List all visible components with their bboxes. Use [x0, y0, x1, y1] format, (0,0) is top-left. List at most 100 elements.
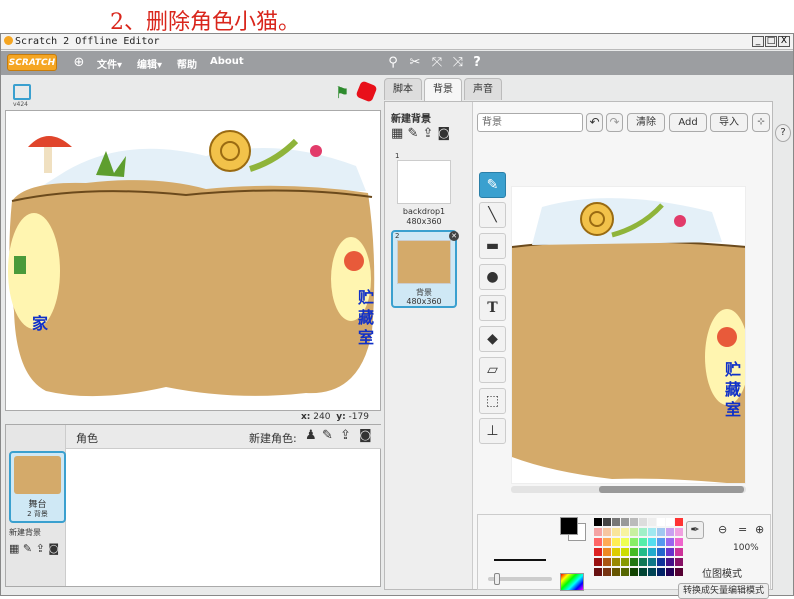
color-swatch[interactable] — [621, 518, 629, 526]
library-icon[interactable]: ▦ — [391, 126, 403, 141]
color-swatch[interactable] — [603, 568, 611, 576]
grow-icon[interactable]: ⤧ — [429, 55, 445, 71]
color-swatch[interactable] — [630, 528, 638, 536]
canvas-horizontal-scrollbar[interactable] — [511, 486, 746, 493]
color-swatch[interactable] — [621, 538, 629, 546]
stop-icon[interactable] — [355, 80, 378, 103]
sprite-paint-icon[interactable]: ✎ — [322, 428, 333, 443]
color-swatch[interactable] — [630, 548, 638, 556]
color-swatch[interactable] — [666, 528, 674, 536]
color-swatch[interactable] — [603, 558, 611, 566]
color-swatch[interactable] — [639, 548, 647, 556]
brush-icon[interactable]: ✎ — [479, 172, 506, 198]
color-swatch[interactable] — [639, 538, 647, 546]
color-swatch[interactable] — [594, 518, 602, 526]
color-swatch[interactable] — [657, 548, 665, 556]
sprite-library-icon[interactable]: ♟ — [305, 428, 317, 443]
color-swatch[interactable] — [603, 548, 611, 556]
duplicate-stamp-icon[interactable]: ⚲ — [385, 55, 401, 71]
menu-about[interactable]: About — [210, 56, 244, 67]
stamp-icon[interactable]: ⊥ — [479, 418, 506, 444]
tab-sounds[interactable]: 声音 — [464, 78, 502, 100]
zoom-reset-icon[interactable]: = — [738, 523, 747, 536]
backdrop-name-input[interactable]: 背景 — [477, 113, 583, 132]
color-picker-icon[interactable] — [560, 573, 584, 591]
backdrop-paint-icon[interactable]: ✎ — [23, 542, 32, 555]
backdrop-item-1[interactable]: 1 backdrop1 480x360 — [393, 152, 455, 226]
cut-icon[interactable]: ✂ — [407, 55, 423, 71]
color-swatch[interactable] — [648, 528, 656, 536]
convert-to-vector-button[interactable]: 转换成矢量编辑模式 — [678, 583, 770, 599]
color-swatch[interactable] — [648, 568, 656, 576]
color-swatch[interactable] — [612, 538, 620, 546]
rectangle-icon[interactable]: ▬ — [479, 233, 506, 259]
color-swatch[interactable] — [675, 518, 683, 526]
help-icon[interactable]: ? — [469, 55, 485, 71]
backdrop-camera-icon[interactable]: ◙ — [48, 542, 59, 555]
fullscreen-icon[interactable] — [13, 84, 31, 100]
color-swatch[interactable] — [630, 538, 638, 546]
color-swatch[interactable] — [612, 518, 620, 526]
color-swatch[interactable] — [594, 568, 602, 576]
clear-button[interactable]: 清除 — [627, 113, 665, 132]
upload-icon[interactable]: ⇪ — [422, 126, 433, 141]
minimize-button[interactable]: _ — [752, 36, 764, 47]
menu-edit[interactable]: 编辑▾ — [137, 56, 162, 71]
color-swatch[interactable] — [675, 528, 683, 536]
color-swatch[interactable] — [594, 558, 602, 566]
color-swatch[interactable] — [612, 528, 620, 536]
menu-help[interactable]: 帮助 — [177, 56, 197, 71]
color-swatch[interactable] — [648, 518, 656, 526]
menu-file[interactable]: 文件▾ — [97, 56, 122, 71]
sprite-camera-icon[interactable]: ◙ — [359, 428, 372, 443]
backdrop-item-2[interactable]: 2 ✕ 背景 480x360 — [391, 230, 459, 308]
color-swatch[interactable] — [621, 548, 629, 556]
paint-icon[interactable]: ✎ — [407, 126, 418, 141]
undo-icon[interactable]: ↶ — [586, 113, 603, 132]
color-swatch[interactable] — [639, 558, 647, 566]
zoom-out-icon[interactable]: ⊖ — [718, 523, 727, 536]
color-swatch[interactable] — [666, 558, 674, 566]
color-swatch[interactable] — [666, 568, 674, 576]
color-swatch[interactable] — [666, 538, 674, 546]
color-swatch[interactable] — [657, 518, 665, 526]
color-swatch[interactable] — [675, 568, 683, 576]
ellipse-icon[interactable]: ● — [479, 264, 506, 290]
color-swatch[interactable] — [639, 518, 647, 526]
color-swatch[interactable] — [666, 548, 674, 556]
color-swatch[interactable] — [594, 538, 602, 546]
scratch-logo[interactable]: SCRATCH — [7, 54, 57, 71]
color-swatch[interactable] — [657, 558, 665, 566]
color-swatch[interactable] — [657, 568, 665, 576]
color-swatch[interactable] — [648, 548, 656, 556]
primary-color-swatch[interactable] — [560, 517, 578, 535]
backdrop-library-icon[interactable]: ▦ — [9, 542, 19, 555]
camera-icon[interactable]: ◙ — [438, 126, 451, 141]
color-swatch[interactable] — [639, 528, 647, 536]
eraser-icon[interactable]: ▱ — [479, 357, 506, 383]
backdrop-upload-icon[interactable]: ⇪ — [36, 542, 45, 555]
color-swatch[interactable] — [603, 528, 611, 536]
color-swatch[interactable] — [657, 538, 665, 546]
color-swatch[interactable] — [648, 538, 656, 546]
green-flag-icon[interactable]: ⚑ — [335, 83, 349, 102]
fill-icon[interactable]: ◆ — [479, 326, 506, 352]
help-icon-right[interactable]: ? — [775, 124, 791, 142]
color-swatch[interactable] — [594, 548, 602, 556]
color-swatch[interactable] — [612, 568, 620, 576]
eyedropper-icon[interactable]: ✒ — [686, 521, 704, 539]
color-swatch[interactable] — [612, 558, 620, 566]
color-swatch[interactable] — [630, 518, 638, 526]
color-swatch[interactable] — [657, 528, 665, 536]
line-icon[interactable]: ╲ — [479, 202, 506, 228]
zoom-in-icon[interactable]: ⊕ — [755, 523, 764, 536]
color-swatch[interactable] — [612, 548, 620, 556]
color-swatch[interactable] — [675, 548, 683, 556]
color-swatch[interactable] — [630, 558, 638, 566]
import-button[interactable]: 导入 — [710, 113, 748, 132]
color-swatch[interactable] — [648, 558, 656, 566]
color-swatch[interactable] — [675, 558, 683, 566]
maximize-button[interactable]: □ — [765, 36, 777, 47]
sprite-upload-icon[interactable]: ⇪ — [340, 428, 351, 443]
color-swatch[interactable] — [603, 518, 611, 526]
